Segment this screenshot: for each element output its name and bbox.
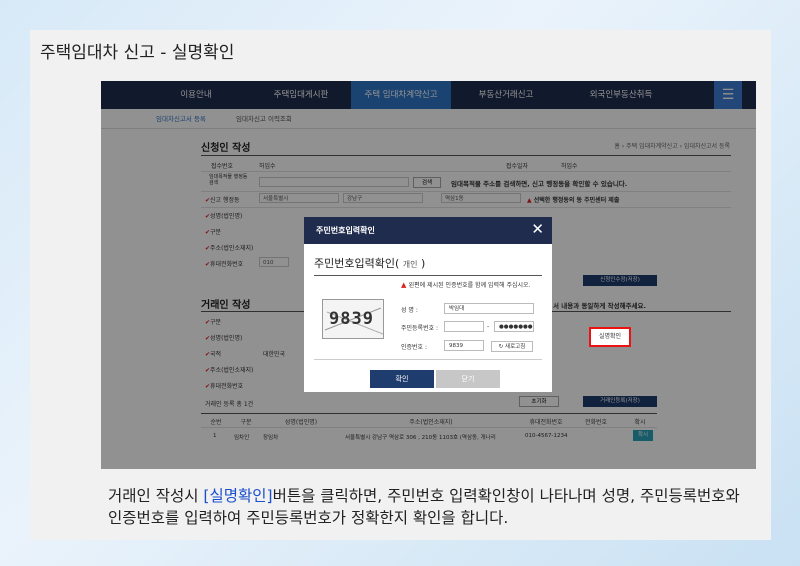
modal-name-label: 성 명 :: [401, 307, 418, 314]
slide-caption: 거래인 작성시 [실명확인]버튼을 클릭하면, 주민번호 입력확인창이 나타나며…: [108, 487, 740, 527]
dash-separator: -: [487, 323, 490, 330]
modal-rrn-front-input[interactable]: [444, 321, 484, 332]
modal-warning: ▲ 왼편에 제시된 인증번호를 함께 입력해 주십시오.: [401, 281, 531, 289]
divider: [314, 359, 542, 360]
modal-rrn-label: 주민등록번호 :: [401, 325, 439, 332]
modal-subtitle: 주민번호입력확인( 개인 ): [314, 257, 426, 270]
slide-title: 주택임대차 신고 - 실명확인: [40, 43, 235, 63]
rrn-confirm-modal: 주민번호입력확인 ✕ 주민번호입력확인( 개인 ) ▲ 왼편에 제시된 인증번호…: [304, 217, 552, 392]
captcha-text: 9839: [329, 309, 374, 329]
modal-title: 주민번호입력확인: [316, 226, 375, 235]
modal-name-input[interactable]: 박임대: [444, 303, 534, 314]
captcha-image: 9839: [322, 299, 384, 339]
refresh-captcha-button[interactable]: ↻ 새로고침: [491, 341, 533, 352]
modal-auth-input[interactable]: 9839: [444, 340, 484, 351]
modal-close-button[interactable]: 닫기: [436, 370, 500, 388]
close-icon[interactable]: ✕: [531, 221, 544, 238]
modal-rrn-back-input[interactable]: ●●●●●●●: [494, 321, 534, 332]
divider: [314, 275, 542, 276]
modal-header: 주민번호입력확인 ✕: [304, 217, 552, 244]
modal-auth-label: 인증번호 :: [401, 344, 428, 351]
realname-check-button[interactable]: 실명확인: [589, 327, 631, 347]
modal-ok-button[interactable]: 확인: [370, 370, 434, 388]
screenshot-panel: 이용안내 주택임대게시판 주택 임대차계약신고 부동산거래신고 외국인부동산취득…: [101, 81, 756, 469]
